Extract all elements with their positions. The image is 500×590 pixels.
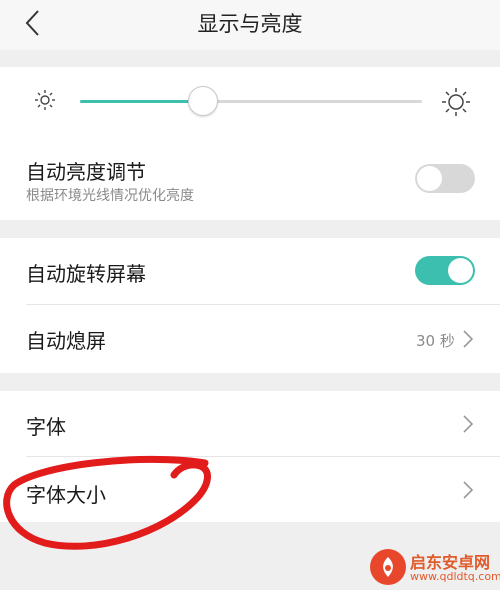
- brightness-slider-fill: [80, 100, 204, 103]
- auto-brightness-sublabel: 根据环境光线情况优化亮度: [26, 188, 194, 204]
- auto-rotate-toggle[interactable]: [415, 256, 475, 285]
- header-bar: 显示与亮度: [0, 0, 500, 50]
- page-title: 显示与亮度: [197, 12, 303, 36]
- toggle-knob: [448, 258, 473, 283]
- chevron-right-icon: [463, 330, 474, 348]
- auto-rotate-label: 自动旋转屏幕: [26, 262, 146, 286]
- font-label: 字体: [26, 415, 66, 439]
- annotation-circle: [3, 455, 211, 550]
- watermark: 启东安卓网 www.qdldtq.com: [368, 545, 500, 590]
- brightness-slider-thumb[interactable]: [188, 86, 219, 116]
- auto-brightness-toggle[interactable]: [415, 164, 475, 193]
- brightness-slider[interactable]: [80, 100, 422, 103]
- watermark-url: www.qdldtq.com: [410, 570, 500, 583]
- font-row[interactable]: 字体: [0, 391, 500, 456]
- auto-brightness-label: 自动亮度调节: [26, 160, 146, 184]
- toggle-knob: [417, 166, 442, 191]
- screen-off-value: 30 秒: [416, 332, 455, 350]
- chevron-right-icon: [463, 481, 474, 499]
- screen-off-label: 自动熄屏: [26, 329, 106, 353]
- chevron-right-icon: [463, 415, 474, 433]
- sun-small-icon: [35, 90, 55, 110]
- sun-large-icon: [442, 88, 470, 116]
- watermark-logo-icon: [370, 549, 406, 585]
- screen-off-row[interactable]: 自动熄屏 30 秒: [0, 305, 500, 373]
